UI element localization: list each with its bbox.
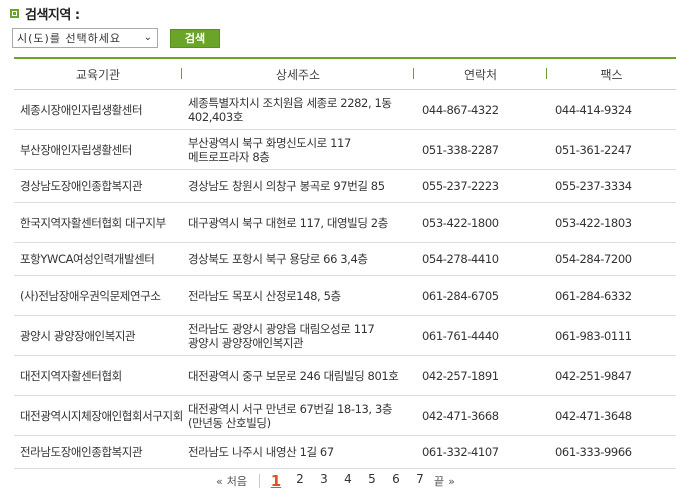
institution-cell: 포항YWCA여성인력개발센터 xyxy=(14,242,182,276)
divider xyxy=(258,474,260,488)
fax-cell: 061-983-0111 xyxy=(547,315,676,356)
institution-cell: (사)전남장애우권익문제연구소 xyxy=(14,275,182,316)
phone-cell: 044-867-4322 xyxy=(414,89,547,130)
address-cell: 대전광역시 서구 만년로 67번길 18-13, 3층 (만년동 산호빌딩) xyxy=(182,395,414,436)
table-row: 대전지역자활센터협회 대전광역시 중구 보문로 246 대림빌딩 801호 042-… xyxy=(14,355,676,396)
institution-cell: 한국지역자활센터협회 대구지부 xyxy=(14,202,182,243)
fax-cell: 042-251-9847 xyxy=(547,355,676,396)
region-select-value: 시(도)를 선택하세요 xyxy=(17,32,122,45)
address-cell: 대구광역시 북구 대현로 117, 대영빌딩 2층 xyxy=(182,202,414,243)
fax-cell: 042-471-3648 xyxy=(547,395,676,436)
institution-cell: 부산장애인자립생활센터 xyxy=(14,129,182,170)
institution-cell: 세종시장애인자립생활센터 xyxy=(14,89,182,130)
address-cell: 경상북도 포항시 북구 용당로 66 3,4층 xyxy=(182,242,414,276)
table-row: 전라남도장애인종합복지관 전라남도 나주시 내영산 1길 67 061-332-41… xyxy=(14,435,676,469)
address-cell: 전라남도 나주시 내영산 1길 67 xyxy=(182,435,414,469)
region-select[interactable]: 시(도)를 선택하세요 ⌄ xyxy=(12,28,158,48)
address-cell: 경상남도 창원시 의창구 봉곡로 97번길 85 xyxy=(182,169,414,203)
bullet-square-icon xyxy=(10,8,19,18)
table-row: 대전광역시지체장애인협회서구지회 대전광역시 서구 만년로 67번길 18-13,… xyxy=(14,395,676,436)
last-page-link[interactable]: 끝 xyxy=(434,473,444,489)
table-row: 세종시장애인자립생활센터 세종특별자치시 조치원읍 세종로 2282, 1동 40… xyxy=(14,89,676,130)
phone-cell: 054-278-4410 xyxy=(414,242,547,276)
institution-cell: 대전지역자활센터협회 xyxy=(14,355,182,396)
first-page-icon[interactable]: « xyxy=(216,475,223,488)
institution-cell: 경상남도장애인종합복지관 xyxy=(14,169,182,203)
page-link-7[interactable]: 7 xyxy=(408,472,432,490)
institution-cell: 대전광역시지체장애인협회서구지회 xyxy=(14,395,182,436)
address-cell: 대전광역시 중구 보문로 246 대림빌딩 801호 xyxy=(182,355,414,396)
search-title: 검색지역 : xyxy=(25,7,80,23)
institution-cell: 광양시 광양장애인복지관 xyxy=(14,315,182,356)
page-link-5[interactable]: 5 xyxy=(360,472,384,490)
fax-cell: 061-284-6332 xyxy=(547,275,676,316)
table-row: 부산장애인자립생활센터 부산광역시 북구 화명신도시로 117 메트로프라자 8층… xyxy=(14,129,676,170)
fax-cell: 053-422-1803 xyxy=(547,202,676,243)
fax-cell: 051-361-2247 xyxy=(547,129,676,170)
page-link-4[interactable]: 4 xyxy=(336,472,360,490)
phone-cell: 061-761-4440 xyxy=(414,315,547,356)
chevron-down-icon: ⌄ xyxy=(143,32,153,43)
address-cell: 세종특별자치시 조치원읍 세종로 2282, 1동 402,403호 xyxy=(182,89,414,130)
phone-cell: 051-338-2287 xyxy=(414,129,547,170)
search-bar: 시(도)를 선택하세요 ⌄ 검색 xyxy=(12,28,220,48)
table-header-row: 교육기관 상세주소 연락처 팩스 xyxy=(14,57,676,90)
institution-cell: 전라남도장애인종합복지관 xyxy=(14,435,182,469)
page-link-1[interactable]: 1 xyxy=(264,472,288,490)
first-page-link[interactable]: 처음 xyxy=(227,473,247,489)
table-row: 광양시 광양장애인복지관 전라남도 광양시 광양읍 대림오성로 117 광양시 광… xyxy=(14,315,676,356)
fax-cell: 061-333-9966 xyxy=(547,435,676,469)
phone-cell: 061-332-4107 xyxy=(414,435,547,469)
phone-cell: 042-257-1891 xyxy=(414,355,547,396)
header-institution: 교육기관 xyxy=(14,57,182,90)
fax-cell: 055-237-3334 xyxy=(547,169,676,203)
address-cell: 부산광역시 북구 화명신도시로 117 메트로프라자 8층 xyxy=(182,129,414,170)
page-link-6[interactable]: 6 xyxy=(384,472,408,490)
page-link-3[interactable]: 3 xyxy=(312,472,336,490)
last-page-icon[interactable]: » xyxy=(448,475,455,488)
pagination: « 처음 1234567 끝 » xyxy=(216,472,455,490)
address-cell: 전라남도 광양시 광양읍 대림오성로 117 광양시 광양장애인복지관 xyxy=(182,315,414,356)
header-address: 상세주소 xyxy=(182,57,414,90)
search-button[interactable]: 검색 xyxy=(170,28,220,48)
header-phone: 연락처 xyxy=(414,57,547,90)
page-link-2[interactable]: 2 xyxy=(288,472,312,490)
search-heading: 검색지역 : xyxy=(10,3,80,23)
institution-table: 교육기관 상세주소 연락처 팩스 세종시장애인자립생활센터 세종특별자치시 조치원… xyxy=(14,57,676,469)
phone-cell: 053-422-1800 xyxy=(414,202,547,243)
phone-cell: 061-284-6705 xyxy=(414,275,547,316)
table-row: (사)전남장애우권익문제연구소 전라남도 목포시 산정로148, 5층 061-28… xyxy=(14,275,676,316)
fax-cell: 044-414-9324 xyxy=(547,89,676,130)
table-row: 경상남도장애인종합복지관 경상남도 창원시 의창구 봉곡로 97번길 85 055-… xyxy=(14,169,676,203)
phone-cell: 055-237-2223 xyxy=(414,169,547,203)
phone-cell: 042-471-3668 xyxy=(414,395,547,436)
address-cell: 전라남도 목포시 산정로148, 5층 xyxy=(182,275,414,316)
table-row: 한국지역자활센터협회 대구지부 대구광역시 북구 대현로 117, 대영빌딩 2층… xyxy=(14,202,676,243)
fax-cell: 054-284-7200 xyxy=(547,242,676,276)
header-fax: 팩스 xyxy=(547,57,676,90)
table-row: 포항YWCA여성인력개발센터 경상북도 포항시 북구 용당로 66 3,4층 054… xyxy=(14,242,676,276)
